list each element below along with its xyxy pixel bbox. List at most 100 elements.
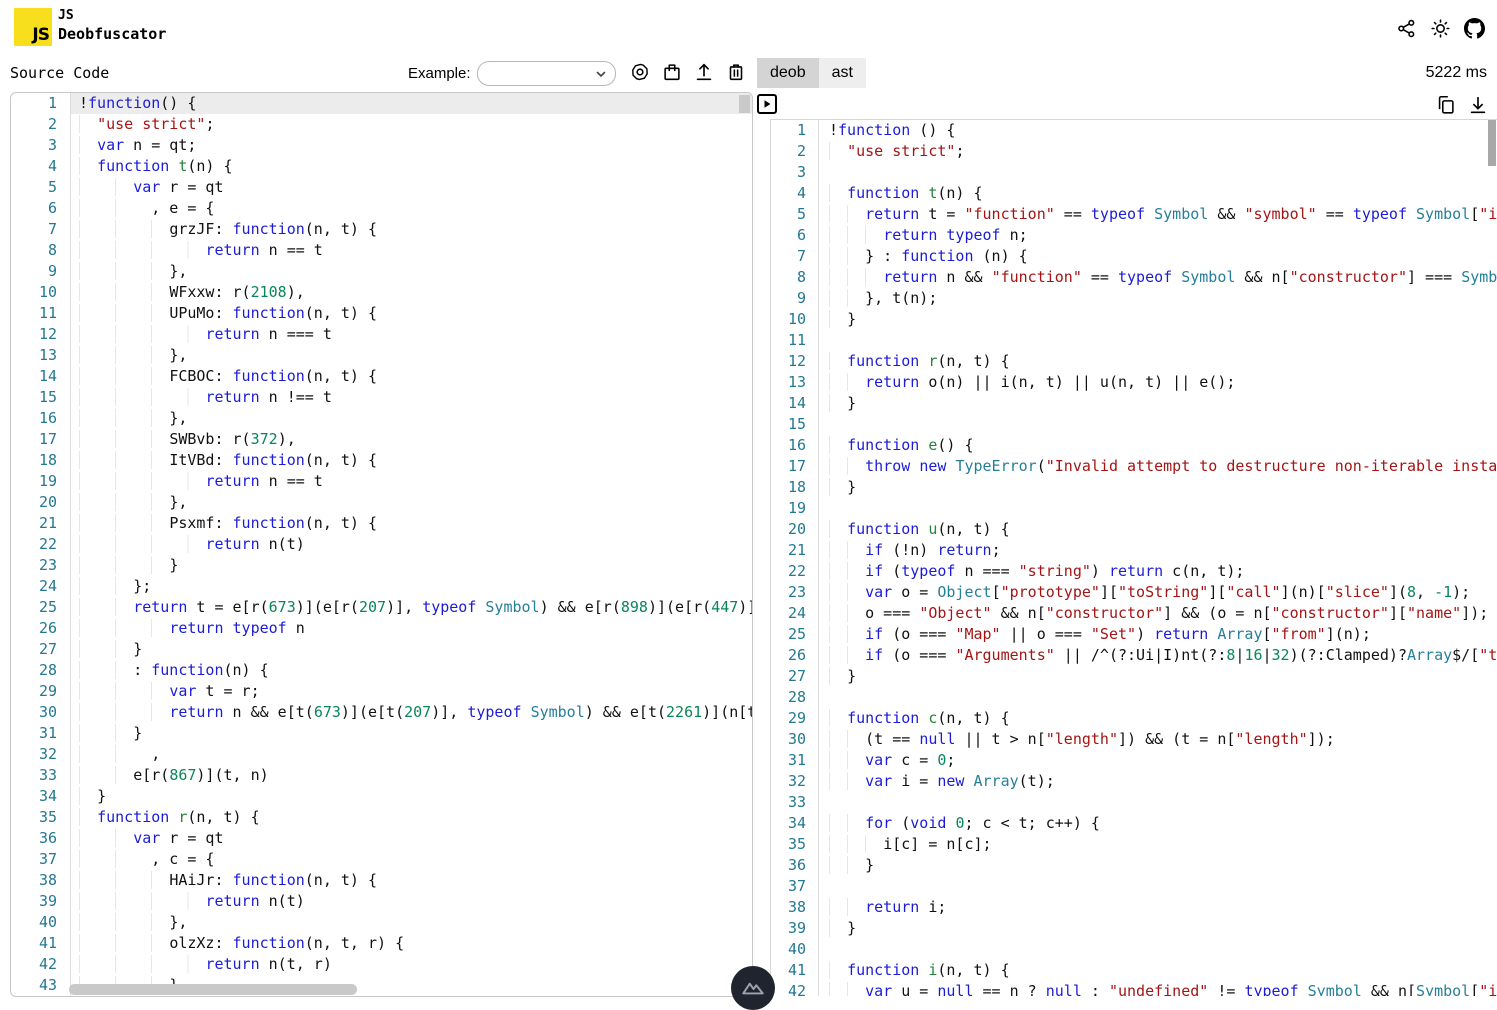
- code-line: 34 }: [11, 786, 752, 807]
- code-text: !function() {: [71, 93, 752, 114]
- github-icon[interactable]: [1464, 18, 1485, 39]
- output-editor[interactable]: 1!function () {2 "use strict";34 functio…: [770, 119, 1497, 996]
- toolbar: Source Code Example:: [0, 56, 1497, 92]
- line-number: 30: [11, 702, 71, 723]
- line-number: 31: [11, 723, 71, 744]
- source-editor[interactable]: 1!function() {2 "use strict";3 var n = q…: [10, 92, 753, 997]
- line-number: 17: [771, 456, 819, 477]
- app-root: JS JS Deobfuscator Source Code: [0, 0, 1497, 995]
- line-number: 19: [771, 498, 819, 519]
- code-text: if (o === "Map" || o === "Set") return A…: [819, 624, 1497, 645]
- code-text: , e = {: [71, 198, 752, 219]
- code-text: o === "Object" && n["constructor"] && (o…: [819, 603, 1497, 624]
- code-text: function c(n, t) {: [819, 708, 1497, 729]
- app-title-line1: JS: [58, 7, 166, 25]
- header-icons: [1396, 18, 1485, 39]
- code-text: [819, 876, 1497, 897]
- code-text: return n && "function" == typeof Symbol …: [819, 267, 1497, 288]
- code-text: function u(n, t) {: [819, 519, 1497, 540]
- line-number: 14: [771, 393, 819, 414]
- line-number: 13: [11, 345, 71, 366]
- line-number: 37: [11, 849, 71, 870]
- code-text: [819, 162, 1497, 183]
- tab-ast[interactable]: ast: [819, 58, 866, 88]
- code-text: throw new TypeError("Invalid attempt to …: [819, 456, 1497, 477]
- code-text: return n == t: [71, 240, 752, 261]
- line-number: 15: [11, 387, 71, 408]
- code-line: 13 },: [11, 345, 752, 366]
- code-text: return t = e[r(673)](e[r(207)], typeof S…: [71, 597, 752, 618]
- line-number: 39: [771, 918, 819, 939]
- settings-gear-icon[interactable]: [629, 61, 651, 83]
- code-text: return n(t): [71, 891, 752, 912]
- tab-deob[interactable]: deob: [757, 58, 819, 88]
- line-number: 9: [11, 261, 71, 282]
- js-logo-text: JS: [32, 25, 52, 46]
- code-line: 22 if (typeof n === "string") return c(n…: [771, 561, 1497, 582]
- code-text: !function () {: [819, 120, 1497, 141]
- example-select[interactable]: [477, 61, 616, 86]
- code-text: return t = "function" == typeof Symbol &…: [819, 204, 1497, 225]
- code-text: function e() {: [819, 435, 1497, 456]
- code-text: i[c] = n[c];: [819, 834, 1497, 855]
- run-play-icon: [762, 99, 772, 109]
- upload-icon[interactable]: [693, 61, 715, 83]
- line-number: 38: [11, 870, 71, 891]
- code-line: 31 var c = 0;: [771, 750, 1497, 771]
- line-number: 20: [11, 492, 71, 513]
- line-number: 26: [11, 618, 71, 639]
- source-code-lines: 1!function() {2 "use strict";3 var n = q…: [11, 93, 752, 996]
- code-line: 9 },: [11, 261, 752, 282]
- line-number: 20: [771, 519, 819, 540]
- line-number: 22: [11, 534, 71, 555]
- code-text: [819, 939, 1497, 960]
- line-number: 29: [771, 708, 819, 729]
- code-line: 36 var r = qt: [11, 828, 752, 849]
- line-number: 22: [771, 561, 819, 582]
- source-horizontal-scrollbar[interactable]: [69, 984, 357, 995]
- output-vertical-scrollbar[interactable]: [1488, 120, 1496, 166]
- code-line: 34 for (void 0; c < t; c++) {: [771, 813, 1497, 834]
- code-line: 42 return n(t, r): [11, 954, 752, 975]
- copy-icon[interactable]: [1435, 94, 1457, 116]
- code-text: [819, 498, 1497, 519]
- line-number: 28: [11, 660, 71, 681]
- code-text: }: [71, 639, 752, 660]
- paste-icon[interactable]: [661, 61, 683, 83]
- line-number: 26: [771, 645, 819, 666]
- code-text: }: [819, 855, 1497, 876]
- share-icon[interactable]: [1396, 18, 1417, 39]
- code-text: };: [71, 576, 752, 597]
- code-text: }: [819, 477, 1497, 498]
- code-line: 32 var i = new Array(t);: [771, 771, 1497, 792]
- line-number: 21: [11, 513, 71, 534]
- code-text: }: [71, 723, 752, 744]
- code-text: }: [819, 309, 1497, 330]
- example-label: Example:: [408, 65, 471, 82]
- run-button[interactable]: [757, 94, 777, 114]
- mountain-logo-button[interactable]: [731, 966, 775, 1010]
- line-number: 1: [771, 120, 819, 141]
- source-vertical-scrollbar[interactable]: [739, 95, 750, 113]
- code-line: 30 return n && e[t(673)](e[t(207)], type…: [11, 702, 752, 723]
- sun-icon[interactable]: [1430, 18, 1451, 39]
- code-line: 18 }: [771, 477, 1497, 498]
- code-text: (t == null || t > n["length"]) && (t = n…: [819, 729, 1497, 750]
- code-text: },: [71, 345, 752, 366]
- line-number: 11: [771, 330, 819, 351]
- code-text: [819, 330, 1497, 351]
- line-number: 16: [11, 408, 71, 429]
- line-number: 32: [771, 771, 819, 792]
- line-number: 7: [11, 219, 71, 240]
- line-number: 27: [11, 639, 71, 660]
- line-number: 2: [771, 141, 819, 162]
- code-text: return n == t: [71, 471, 752, 492]
- download-icon[interactable]: [1467, 94, 1489, 116]
- code-text: var c = 0;: [819, 750, 1497, 771]
- line-number: 12: [11, 324, 71, 345]
- trash-icon[interactable]: [725, 61, 747, 83]
- code-text: function t(n) {: [71, 156, 752, 177]
- code-line: 4 function t(n) {: [771, 183, 1497, 204]
- code-text: }: [819, 918, 1497, 939]
- code-line: 18 ItVBd: function(n, t) {: [11, 450, 752, 471]
